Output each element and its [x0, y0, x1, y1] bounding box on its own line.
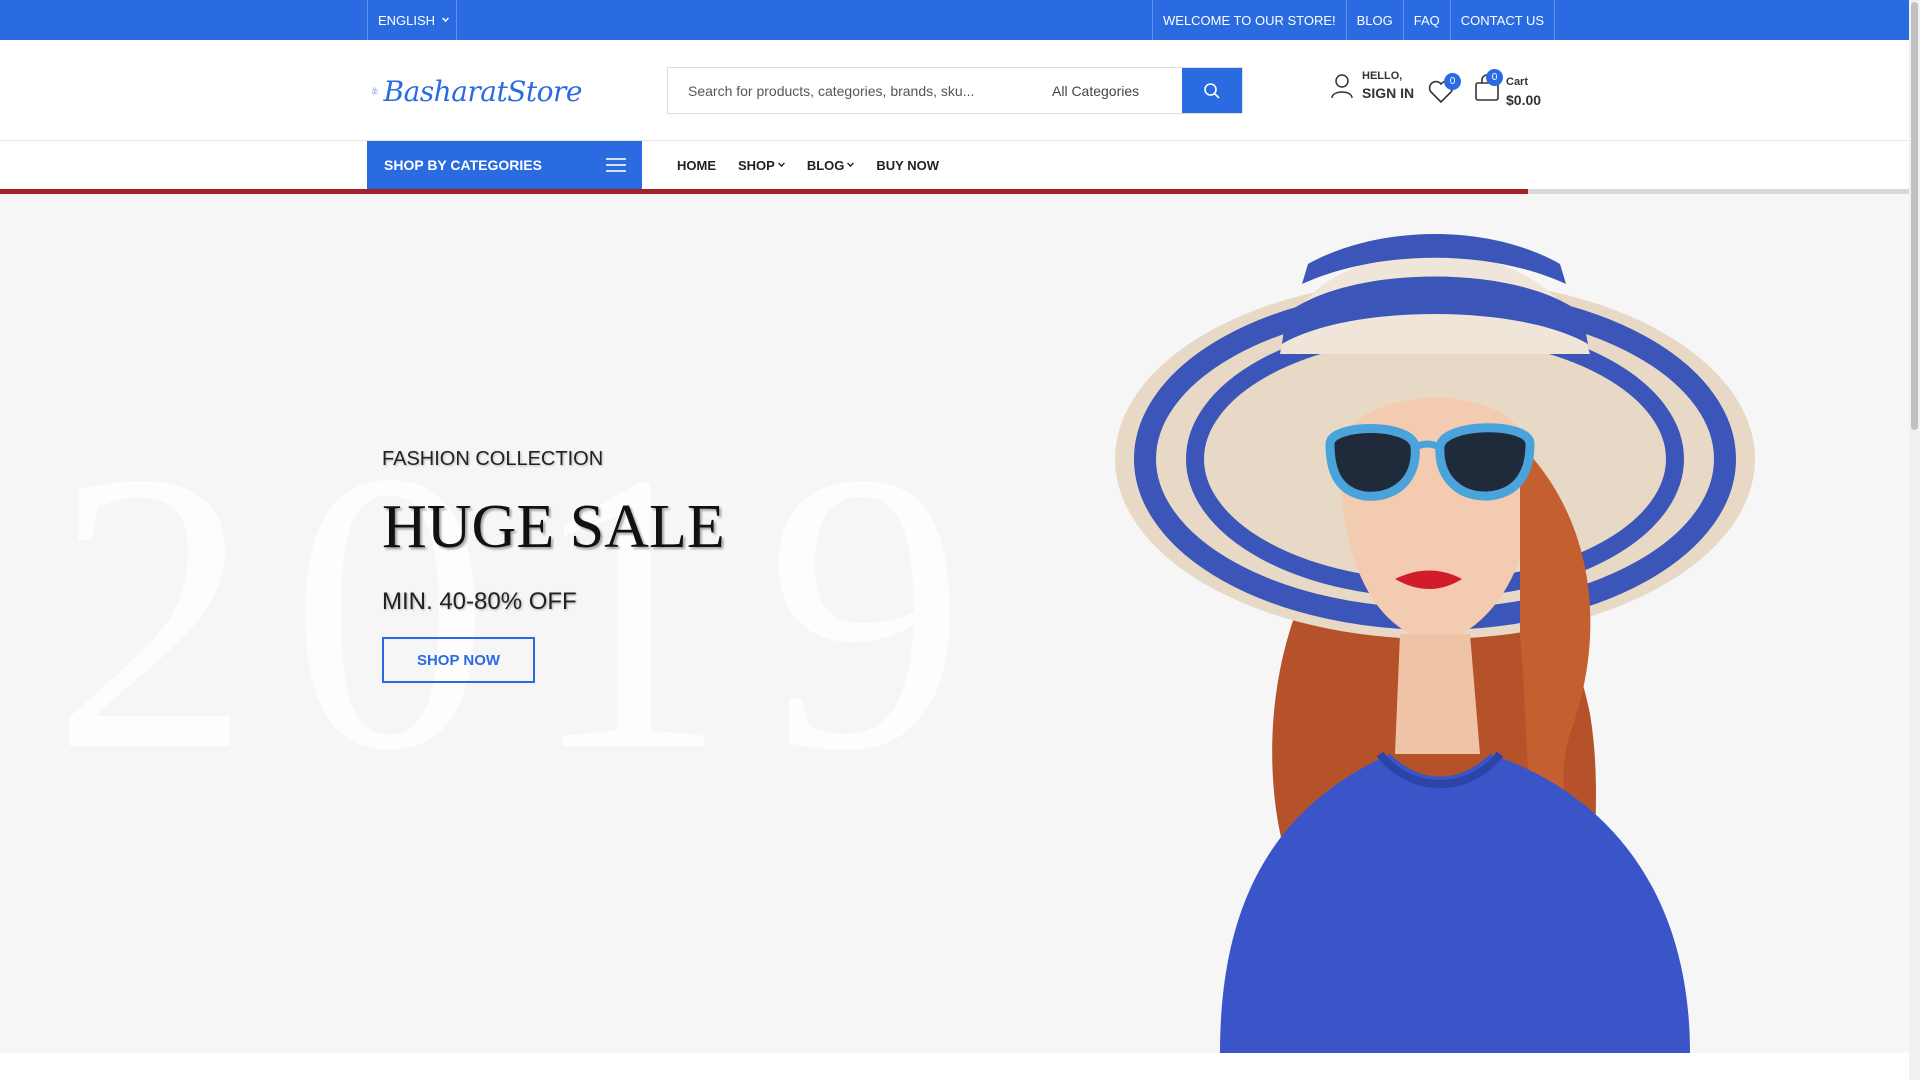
- chevron-down-icon: [847, 160, 855, 167]
- wishlist-count-badge: 0: [1444, 73, 1461, 90]
- top-link-contact[interactable]: CONTACT US: [1449, 0, 1556, 40]
- top-link-blog[interactable]: BLOG: [1345, 0, 1403, 40]
- cart-total: $0.00: [1506, 92, 1542, 108]
- hero-banner: 2019 FASHION COLLECTION HUGE SALE MIN. 4…: [0, 194, 1909, 1053]
- account-link[interactable]: HELLO, SIGN IN: [1330, 70, 1414, 101]
- site-logo[interactable]: BasharatStore: [372, 58, 583, 124]
- nav-label-shop: SHOP: [738, 157, 775, 173]
- cart-count-badge: 0: [1486, 69, 1503, 86]
- account-greeting: HELLO,: [1362, 70, 1403, 82]
- header: BasharatStore All Categories HELLO, SIGN…: [0, 40, 1909, 141]
- categories-label: SHOP BY CATEGORIES: [384, 157, 542, 173]
- chevron-down-icon: [777, 160, 785, 167]
- chevron-down-icon: [442, 15, 450, 22]
- shopping-bag-logo-icon: [372, 87, 378, 94]
- scrollbar[interactable]: [1909, 0, 1920, 1080]
- user-icon: [1331, 73, 1353, 98]
- nav-label-home: HOME: [677, 157, 716, 173]
- menu: HOME SHOP BLOG BUY NOW: [677, 141, 939, 189]
- language-label: ENGLISH: [378, 12, 436, 28]
- language-selector[interactable]: ENGLISH: [367, 0, 457, 40]
- top-bar: ENGLISH WELCOME TO OUR STORE! BLOG FAQ C…: [0, 0, 1909, 40]
- scrollbar-thumb[interactable]: [1911, 2, 1918, 430]
- cart-label: Cart: [1506, 76, 1529, 88]
- nav-item-shop[interactable]: SHOP: [738, 158, 785, 173]
- welcome-message: WELCOME TO OUR STORE!: [1152, 0, 1346, 40]
- sign-in-link[interactable]: SIGN IN: [1362, 85, 1414, 101]
- page: ENGLISH WELCOME TO OUR STORE! BLOG FAQ C…: [0, 0, 1920, 1080]
- cart-button[interactable]: 0 Cart $0.00: [1474, 69, 1542, 108]
- hero-headline: HUGE SALE: [382, 493, 725, 561]
- shop-by-categories-button[interactable]: SHOP BY CATEGORIES: [367, 141, 642, 189]
- top-link-faq[interactable]: FAQ: [1402, 0, 1450, 40]
- search-button[interactable]: [1182, 68, 1242, 113]
- nav-label-blog: BLOG: [806, 157, 845, 173]
- hamburger-icon: [606, 158, 626, 172]
- nav-label-buy-now: BUY NOW: [876, 157, 940, 173]
- category-select[interactable]: All Categories: [1030, 68, 1182, 113]
- hero-offer: MIN. 40-80% OFF: [382, 588, 577, 615]
- search-input[interactable]: [668, 68, 1030, 113]
- main-navigation: SHOP BY CATEGORIES HOME SHOP BLOG BUY NO…: [0, 141, 1909, 189]
- shop-now-button[interactable]: SHOP NOW: [382, 637, 535, 683]
- nav-item-buy-now[interactable]: BUY NOW: [876, 158, 939, 173]
- logo-text: BasharatStore: [383, 74, 583, 108]
- nav-item-home[interactable]: HOME: [677, 158, 716, 173]
- top-links: WELCOME TO OUR STORE! BLOG FAQ CONTACT U…: [1152, 0, 1556, 40]
- search-icon: [1204, 82, 1220, 99]
- model-photo-illustration: [1115, 234, 1755, 1053]
- wishlist-button[interactable]: 0: [1428, 73, 1461, 108]
- nav-item-blog[interactable]: BLOG: [807, 158, 855, 173]
- search-bar: All Categories: [667, 67, 1243, 114]
- hero-subtitle: FASHION COLLECTION: [382, 448, 604, 470]
